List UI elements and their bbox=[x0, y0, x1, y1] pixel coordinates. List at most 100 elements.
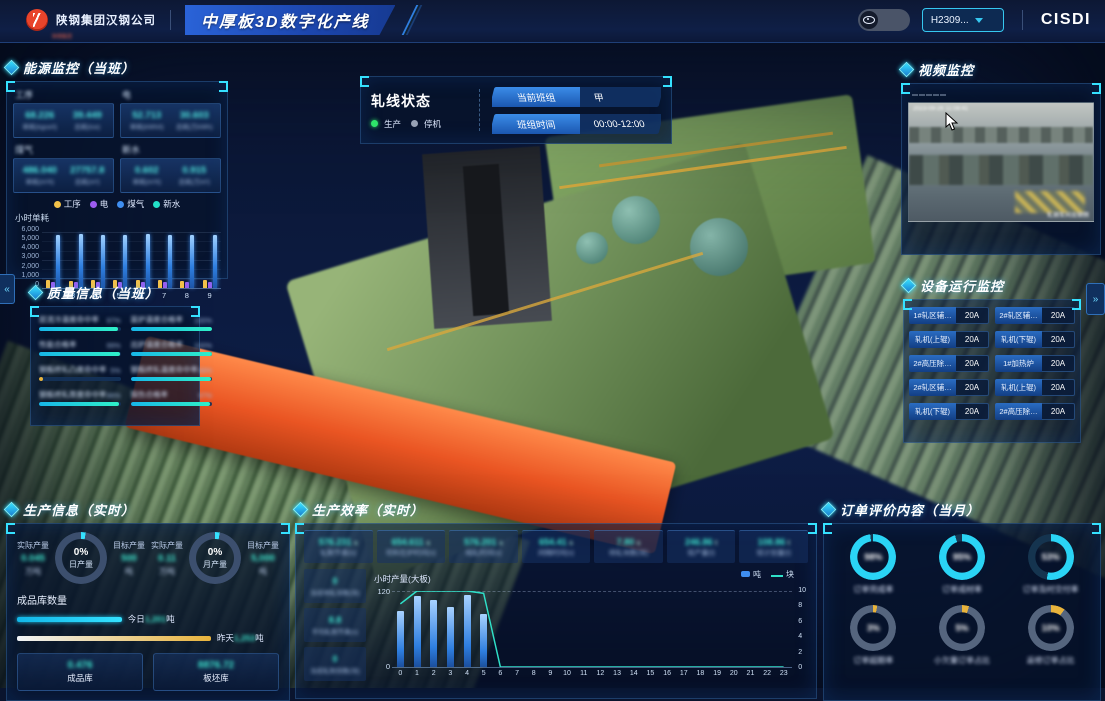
panel-title: 视频监控 bbox=[918, 60, 974, 79]
stock-bar-value: 1,201 bbox=[145, 614, 166, 624]
legend-dot bbox=[153, 201, 160, 208]
quality-metric-percent: 100% bbox=[194, 318, 212, 325]
quality-metric-percent: 98% bbox=[107, 393, 121, 400]
panel-title-row: 视频监控 bbox=[901, 60, 1101, 79]
legend-dot bbox=[90, 201, 97, 208]
equipment-label-chip[interactable]: 2#轧区辅… bbox=[909, 379, 956, 396]
equipment-current-value: 20A bbox=[1042, 355, 1075, 372]
order-kpi: 95% 订单成材率 bbox=[921, 534, 1004, 595]
production-ring-group: 实际产量 0.045 万吨 0% 日产量 目标产量 500 吨 bbox=[17, 532, 145, 584]
equipment-label-chip[interactable]: 2#高压除… bbox=[909, 355, 956, 372]
quality-info-panel: 质量信息（当班） 层流冷温度命中率 97% 装炉温度合格率 100% 性能合格率… bbox=[30, 283, 200, 426]
quality-metric-top: 装炉温度合格率 100% bbox=[131, 314, 213, 325]
equipment-label-chip[interactable]: 轧机(下辊) bbox=[995, 331, 1042, 348]
equipment-item: 轧机(上辊) 20A bbox=[909, 331, 989, 348]
energy-metric-col: 27757.8 总耗(m³) bbox=[66, 162, 110, 189]
line-status-rows: 当前班组 甲 班组时间 00:00-12:00 bbox=[492, 87, 661, 134]
right-axis-tick: 6 bbox=[798, 618, 806, 625]
actual-output-block: 实际产量 0.045 万吨 bbox=[17, 540, 49, 577]
energy-bar-工序 bbox=[203, 280, 207, 288]
right-panel-collapse-handle[interactable]: » bbox=[1086, 283, 1105, 315]
equipment-label-chip[interactable]: 轧机(上辊) bbox=[995, 379, 1042, 396]
energy-metric-name: 煤气 bbox=[15, 143, 114, 156]
quality-metric-percent: 99% bbox=[107, 343, 121, 350]
order-kpi-donut: 53% bbox=[1028, 534, 1074, 580]
hourly-xtick: 19 bbox=[709, 670, 726, 677]
quality-progress-fill bbox=[39, 377, 43, 381]
quality-metric: 层流冷温度命中率 97% bbox=[39, 314, 121, 331]
line-status-body: 轧线状态 生产 停机 当前班组 甲 班组时间 00:00-12:00 bbox=[360, 76, 672, 144]
device-select-dropdown[interactable]: H2309... bbox=[922, 8, 1004, 32]
energy-metric-value: 68.226 bbox=[25, 110, 54, 121]
equipment-item: 2#高压除… 20A bbox=[995, 403, 1075, 420]
production-panel-body: 实际产量 0.045 万吨 0% 日产量 目标产量 500 吨 实际产量 0.1… bbox=[6, 523, 290, 701]
energy-metric-box: 68.226 单耗(kgce/t) 39.449 总耗(tce) bbox=[13, 103, 114, 138]
energy-bar-电 bbox=[208, 282, 212, 288]
right-axis-tick: 0 bbox=[798, 664, 806, 671]
mouse-cursor bbox=[945, 112, 961, 132]
hourly-xtick: 11 bbox=[575, 670, 592, 677]
hourly-xtick: 6 bbox=[492, 670, 509, 677]
equipment-label-chip[interactable]: 1#轧区辅… bbox=[909, 307, 956, 324]
equipment-label-chip[interactable]: 轧机(上辊) bbox=[909, 331, 956, 348]
equipment-label-chip[interactable]: 1#加热炉 bbox=[995, 355, 1042, 372]
energy-ytick: 4,000 bbox=[13, 244, 39, 251]
shift-value: 甲 bbox=[592, 90, 605, 104]
equipment-label-chip[interactable]: 2#高压除… bbox=[995, 403, 1042, 420]
legend-dot bbox=[411, 120, 418, 127]
header-divider bbox=[1022, 10, 1023, 30]
efficiency-stat-label: 坯料在炉时间(s) bbox=[386, 548, 436, 558]
quality-progress-fill bbox=[131, 377, 212, 381]
hourly-chart-xaxis: 01234567891011121314151617181920212223 bbox=[392, 670, 792, 677]
equipment-item: 轧机(上辊) 20A bbox=[995, 379, 1075, 396]
efficiency-stat-value: 576.201 s bbox=[464, 537, 503, 547]
header-bar: 陕钢集团 陕钢集团汉钢公司 中厚板3D数字化产线 H2309... CISDI bbox=[0, 0, 1105, 43]
legend-item: 煤气 bbox=[117, 198, 144, 210]
actual-output-value: 0.11 bbox=[158, 553, 176, 564]
side-box-label: 平均轧制节奏(s) bbox=[312, 626, 359, 636]
quality-progress-track bbox=[131, 402, 213, 406]
video-feed-thumbnail[interactable]: 2023-09-26 11:08:41 轧钢车间出钢侧 bbox=[908, 102, 1094, 222]
quality-metric-label: 装炉温度合格率 bbox=[131, 314, 184, 325]
order-kpi-label: 订单超期率 bbox=[853, 655, 893, 666]
energy-metric-unit: 单耗(m³/t) bbox=[25, 176, 54, 186]
quality-metric: 钢板终轧凸度命中率 5% bbox=[39, 364, 121, 381]
energy-metric-unit: 总耗(万m³) bbox=[179, 176, 210, 186]
equipment-label-chip[interactable]: 轧机(下辊) bbox=[909, 403, 956, 420]
hourly-xtick: 4 bbox=[459, 670, 476, 677]
quality-progress-fill bbox=[131, 327, 213, 331]
quality-metric-label: 性能合格率 bbox=[39, 339, 77, 350]
company-logo-subtext: 陕钢集团 bbox=[52, 33, 72, 40]
header-right: H2309... CISDI bbox=[858, 8, 1091, 32]
equipment-label-chip[interactable]: 2#轧区辅… bbox=[995, 307, 1042, 324]
panel-title-row: 生产效率（实时） bbox=[295, 500, 817, 519]
quality-metric-top: 探伤合格率 97% bbox=[131, 389, 213, 400]
order-kpi: 5% 小欠量订单占比 bbox=[921, 605, 1004, 666]
quality-metric: 钢板终轧温度命中率 99% bbox=[131, 364, 213, 381]
order-kpi-label: 订单及时交付率 bbox=[1023, 584, 1079, 595]
energy-metric-box: 486.040 单耗(m³/t) 27757.8 总耗(m³) bbox=[13, 158, 114, 193]
company-logo-icon bbox=[26, 9, 48, 31]
energy-metric-col: 0.915 总耗(万m³) bbox=[173, 162, 217, 189]
hourly-xtick: 17 bbox=[675, 670, 692, 677]
panel-title-row: 质量信息（当班） bbox=[30, 283, 200, 302]
energy-metric-col: 39.449 总耗(tce) bbox=[66, 107, 110, 134]
efficiency-panel-body: 576.231 s 轧制节奏(s) 654.611 s 坯料在炉时间(s) 57… bbox=[295, 523, 817, 699]
visibility-toggle[interactable] bbox=[858, 9, 910, 31]
order-kpi-label: 返修订单占比 bbox=[1027, 655, 1075, 666]
quality-progress-fill bbox=[131, 352, 213, 356]
quality-progress-track bbox=[39, 352, 121, 356]
quality-metric-percent: 97% bbox=[198, 393, 212, 400]
side-box-value: 0 bbox=[332, 654, 337, 664]
quality-metric-top: 出炉温度合格率 100% bbox=[131, 339, 213, 350]
line-legend-swatch bbox=[771, 575, 783, 577]
left-panel-collapse-handle[interactable]: « bbox=[0, 274, 15, 304]
shift-time-value-chip: 00:00-12:00 bbox=[580, 114, 661, 134]
side-box-value: 8.8 bbox=[329, 615, 342, 625]
efficiency-stat-card: 654.41 s 间隔时间(s) bbox=[522, 530, 591, 563]
energy-metric-name: 工序 bbox=[15, 88, 114, 101]
panel-title-row: 订单评价内容（当月） bbox=[823, 500, 1101, 519]
production-rings-row: 实际产量 0.045 万吨 0% 日产量 目标产量 500 吨 实际产量 0.1… bbox=[17, 532, 279, 584]
quality-metric-percent: 5% bbox=[110, 368, 120, 375]
quality-metric-top: 层流冷温度命中率 97% bbox=[39, 314, 121, 325]
